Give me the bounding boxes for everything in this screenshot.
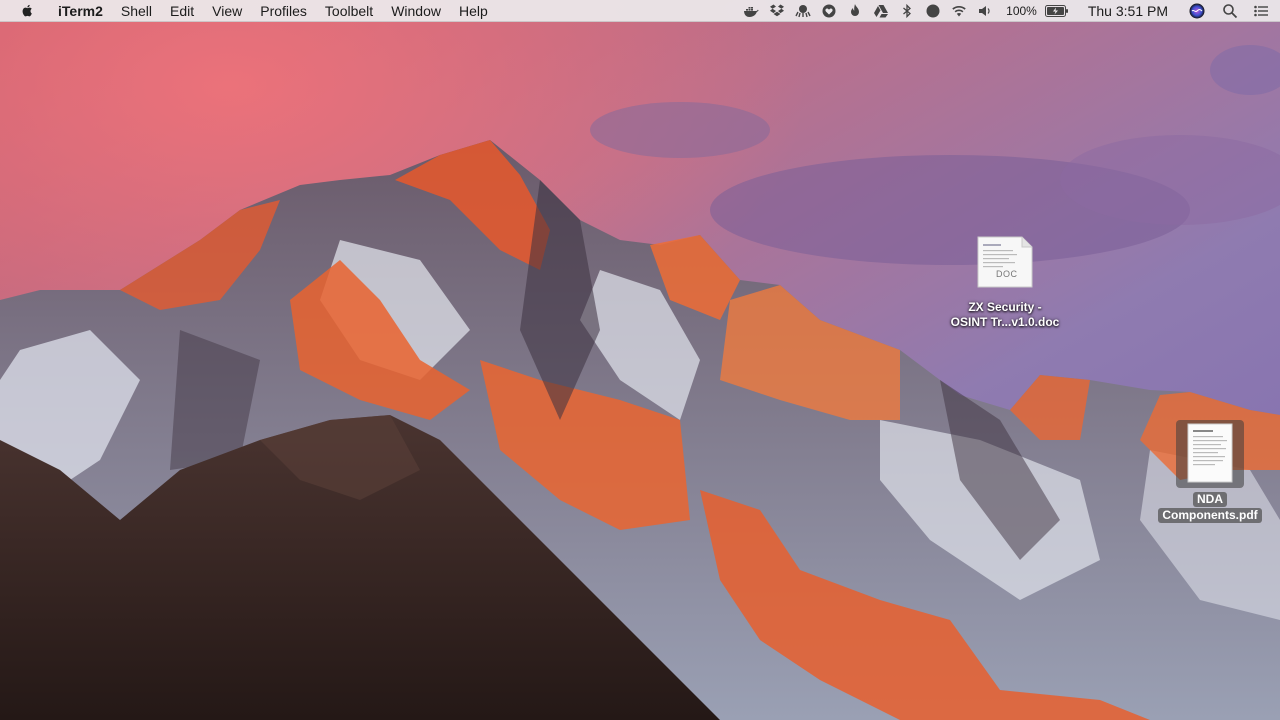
menu-clock[interactable]: Thu 3:51 PM	[1088, 0, 1168, 22]
battery-percentage[interactable]: 100%	[1006, 0, 1037, 22]
notification-center-icon[interactable]	[1253, 3, 1269, 19]
menu-profiles[interactable]: Profiles	[251, 0, 316, 22]
menu-bar: iTerm2 Shell Edit View Profiles Toolbelt…	[0, 0, 1280, 22]
volume-icon[interactable]	[977, 3, 993, 19]
menu-edit[interactable]: Edit	[161, 0, 203, 22]
spotlight-search-icon[interactable]	[1222, 3, 1238, 19]
desktop-file-label-line1: ZX Security -	[968, 300, 1042, 314]
record-icon[interactable]	[925, 3, 941, 19]
dropbox-icon[interactable]	[769, 3, 785, 19]
siri-icon[interactable]	[1189, 3, 1205, 19]
desktop-wallpaper	[0, 0, 1280, 720]
octopus-icon[interactable]	[795, 3, 811, 19]
menu-app-name[interactable]: iTerm2	[49, 0, 112, 22]
battery-icon[interactable]	[1044, 3, 1069, 19]
menu-shell[interactable]: Shell	[112, 0, 161, 22]
desktop-file-label-line2: Components.pdf	[1158, 508, 1262, 523]
doc-file-icon	[977, 236, 1033, 288]
pdf-file-icon	[1176, 420, 1244, 488]
desktop-file-doc[interactable]: DOC ZX Security - OSINT Tr...v1.0.doc	[940, 234, 1070, 330]
docker-icon[interactable]	[743, 3, 759, 19]
bluetooth-icon[interactable]	[899, 3, 915, 19]
flame-icon[interactable]	[847, 3, 863, 19]
doc-type-badge: DOC	[996, 269, 1018, 279]
menu-window[interactable]: Window	[382, 0, 450, 22]
desktop-file-pdf[interactable]: NDA Components.pdf	[1150, 418, 1270, 523]
apple-logo-icon[interactable]	[20, 3, 36, 19]
desktop-file-label-line1: NDA	[1193, 492, 1227, 507]
heart-icon[interactable]	[821, 3, 837, 19]
menu-toolbelt[interactable]: Toolbelt	[316, 0, 382, 22]
google-drive-icon[interactable]	[873, 3, 889, 19]
wifi-icon[interactable]	[951, 3, 967, 19]
menu-view[interactable]: View	[203, 0, 251, 22]
desktop-file-label-line2: OSINT Tr...v1.0.doc	[950, 315, 1060, 329]
menu-help[interactable]: Help	[450, 0, 497, 22]
